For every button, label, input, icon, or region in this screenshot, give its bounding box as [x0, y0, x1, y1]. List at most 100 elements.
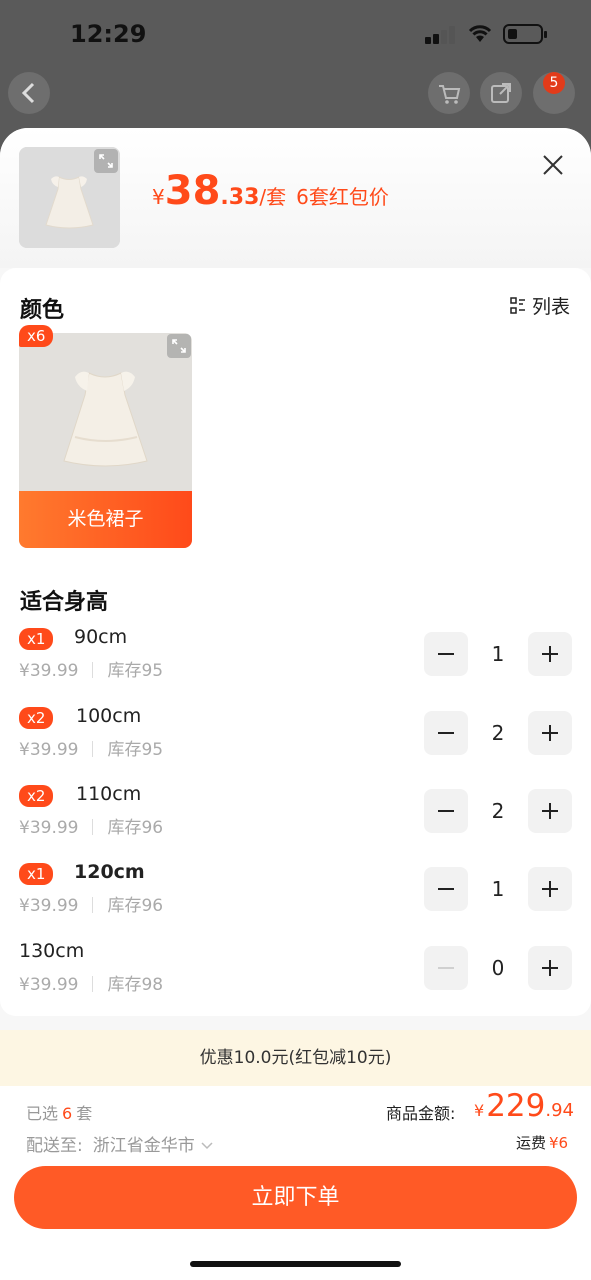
- size-row: x1 120cm ¥39.99 库存96 1: [0, 861, 591, 923]
- minus-icon: [438, 967, 454, 969]
- size-row: 130cm ¥39.99 库存98 0: [0, 940, 591, 1002]
- size-quantity-badge: x1: [19, 863, 54, 885]
- place-order-button[interactable]: 立即下单: [14, 1166, 577, 1229]
- back-icon[interactable]: [8, 72, 50, 114]
- size-name: 100cm: [76, 705, 142, 727]
- size-price: ¥39.99: [19, 818, 79, 838]
- expand-icon[interactable]: [167, 334, 191, 358]
- divider: [92, 976, 94, 992]
- size-price: ¥39.99: [19, 740, 79, 760]
- plus-icon: [542, 803, 558, 819]
- size-stock: 库存96: [107, 818, 164, 838]
- price-integer: 38: [164, 168, 221, 214]
- options-card: 颜色 列表 米色裙子 x6 适合身高 x1 90cm ¥39.99 库存95 1 x2 10…: [0, 268, 591, 1016]
- color-option-beige-dress[interactable]: 米色裙子: [19, 333, 192, 548]
- size-stock: 库存95: [107, 740, 164, 760]
- size-stock: 库存95: [107, 661, 164, 681]
- quantity-value[interactable]: 0: [468, 946, 528, 990]
- divider: [92, 819, 94, 835]
- size-row: x2 110cm ¥39.99 库存96 2: [0, 783, 591, 845]
- freight-value: ¥6: [549, 1134, 569, 1152]
- selected-suffix: 套: [76, 1104, 93, 1123]
- price-unit: /套: [259, 185, 287, 209]
- status-time: 12:29: [70, 20, 147, 48]
- size-price-stock: ¥39.99 库存96: [19, 891, 163, 916]
- list-icon: [510, 296, 525, 314]
- decrease-button[interactable]: [424, 867, 468, 911]
- wifi-icon: [466, 22, 494, 44]
- unit-price: ¥38.33/套 6套红包价: [152, 168, 389, 214]
- minus-icon: [438, 732, 454, 734]
- increase-button[interactable]: [528, 946, 572, 990]
- increase-button[interactable]: [528, 632, 572, 676]
- battery-icon: [503, 24, 547, 44]
- plus-icon: [542, 960, 558, 976]
- dress-image: [19, 333, 192, 491]
- increase-button[interactable]: [528, 789, 572, 833]
- cart-icon[interactable]: [428, 72, 470, 114]
- total-label: 商品金额:: [386, 1104, 456, 1123]
- decrease-button[interactable]: [424, 632, 468, 676]
- size-row: x1 90cm ¥39.99 库存95 1: [0, 626, 591, 688]
- ship-to-label: 配送至:: [26, 1136, 83, 1156]
- size-name: 120cm: [74, 861, 145, 883]
- color-option-label: 米色裙子: [19, 491, 192, 548]
- size-price-stock: ¥39.99 库存96: [19, 813, 163, 838]
- selected-count: 6: [62, 1104, 73, 1123]
- expand-icon[interactable]: [94, 149, 118, 173]
- plus-icon: [542, 881, 558, 897]
- plus-icon: [542, 725, 558, 741]
- size-stock: 库存98: [107, 975, 164, 995]
- size-quantity-badge: x1: [19, 628, 54, 650]
- total-integer: 229: [486, 1088, 546, 1124]
- close-icon[interactable]: [538, 150, 568, 180]
- list-view-toggle[interactable]: 列表: [510, 292, 570, 319]
- ship-to-address: 浙江省金华市: [92, 1136, 195, 1156]
- size-price: ¥39.99: [19, 661, 79, 681]
- quantity-value[interactable]: 2: [468, 789, 528, 833]
- status-bar: 12:29: [0, 0, 591, 70]
- promo-banner: 优惠10.0元(红包减10元): [0, 1030, 591, 1086]
- ship-to[interactable]: 配送至: 浙江省金华市: [26, 1131, 214, 1156]
- divider: [92, 741, 94, 757]
- size-stock: 库存96: [107, 896, 164, 916]
- signal-icon: [425, 26, 457, 44]
- size-name: 130cm: [19, 940, 85, 962]
- freight-label: 运费: [516, 1134, 547, 1152]
- chevron-down-icon: [201, 1142, 213, 1150]
- size-name: 110cm: [76, 783, 142, 805]
- price-tag: 6套红包价: [296, 185, 389, 209]
- product-thumbnail[interactable]: [19, 147, 120, 248]
- share-icon[interactable]: [480, 72, 522, 114]
- checkout-footer: 已选 6 套 商品金额: ¥229.94 配送至: 浙江省金华市 运费 ¥6 立即下单: [0, 1086, 591, 1280]
- quantity-value[interactable]: 2: [468, 711, 528, 755]
- quantity-value[interactable]: 1: [468, 867, 528, 911]
- decrease-button[interactable]: [424, 789, 468, 833]
- size-section-title: 适合身高: [20, 590, 109, 615]
- minus-icon: [438, 888, 454, 890]
- size-quantity-badge: x2: [19, 785, 54, 807]
- increase-button[interactable]: [528, 711, 572, 755]
- price-decimal: .33: [220, 185, 260, 210]
- divider: [92, 662, 94, 678]
- size-price: ¥39.99: [19, 896, 79, 916]
- freight: 运费 ¥6: [516, 1132, 568, 1153]
- sheet-header: ¥38.33/套 6套红包价: [0, 128, 591, 268]
- minus-icon: [438, 810, 454, 812]
- color-section-title: 颜色: [20, 298, 65, 323]
- decrease-button[interactable]: [424, 946, 468, 990]
- size-row: x2 100cm ¥39.99 库存95 2: [0, 705, 591, 767]
- total-amount: ¥229.94: [474, 1088, 574, 1124]
- sku-selector-sheet: ¥38.33/套 6套红包价 颜色 列表 米色裙子 x6 适合身高 x1 90cm ¥: [0, 128, 591, 1280]
- list-toggle-label: 列表: [532, 296, 571, 318]
- decrease-button[interactable]: [424, 711, 468, 755]
- increase-button[interactable]: [528, 867, 572, 911]
- color-quantity-badge: x6: [19, 325, 54, 347]
- price-currency: ¥: [152, 185, 165, 209]
- selected-summary: 已选 6 套: [26, 1100, 92, 1124]
- cart-count-badge: 5: [543, 72, 565, 94]
- size-name: 90cm: [74, 626, 128, 648]
- quantity-value[interactable]: 1: [468, 632, 528, 676]
- divider: [92, 897, 94, 913]
- plus-icon: [542, 646, 558, 662]
